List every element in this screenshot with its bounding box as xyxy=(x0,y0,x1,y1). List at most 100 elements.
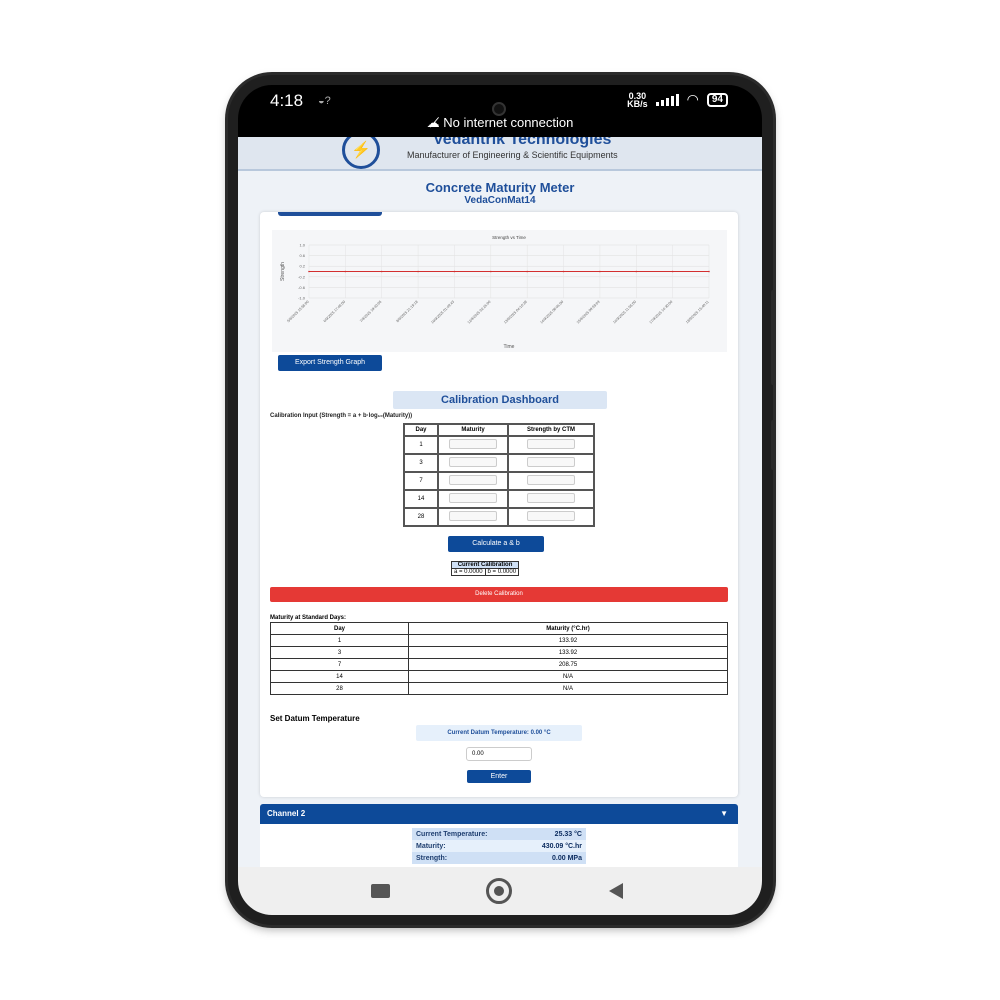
delete-calibration-button[interactable]: Delete Calibration xyxy=(270,587,728,602)
recents-button[interactable] xyxy=(371,884,390,898)
current-calibration-table: Current Calibration a = 0.0000 b = 0.000… xyxy=(450,561,520,576)
phone-screen: 4:18 ◒? 0.30 KB/s ◠ 94 ☁̸ No internet co… xyxy=(238,85,762,915)
maturity-input[interactable] xyxy=(449,457,497,467)
data-point xyxy=(417,270,419,273)
maturity-input[interactable] xyxy=(449,475,497,485)
table-row: Strength: 0.00 MPa xyxy=(412,852,586,864)
data-point xyxy=(344,270,347,273)
day-cell: 28 xyxy=(403,507,439,527)
data-point xyxy=(599,270,601,273)
strength-input[interactable] xyxy=(527,493,575,503)
company-tagline: Manufacturer of Engineering & Scientific… xyxy=(407,150,618,160)
net-speed: 0.30 KB/s xyxy=(627,90,648,109)
x-tick-label: 17/9/2025 14:30:00 xyxy=(649,300,674,325)
a-value: a = 0.0000 xyxy=(451,568,486,576)
table-row: 28 N/A xyxy=(270,682,728,695)
table-header: Strength by CTM xyxy=(507,423,595,437)
maturity-input[interactable] xyxy=(449,439,497,449)
strength-input[interactable] xyxy=(527,457,575,467)
table-header: Maturity (°C.hr) xyxy=(408,622,728,635)
day-cell: 14 xyxy=(403,489,439,509)
site-header: ⚡ Vedantrik Technologies Manufacturer of… xyxy=(238,137,762,171)
company-name: Vedantrik Technologies xyxy=(433,137,612,148)
x-tick-label: 10/9/2025 01:49:43 xyxy=(430,300,455,325)
data-point xyxy=(671,270,674,273)
data-point xyxy=(708,270,710,273)
chart-title: Strength vs Time xyxy=(492,235,526,240)
day-cell: 3 xyxy=(403,453,439,473)
y-tick-label: -1.0 xyxy=(298,296,306,301)
table-row: 7 208.75 xyxy=(270,658,728,671)
strength-input[interactable] xyxy=(527,511,575,521)
data-point xyxy=(562,270,565,273)
y-tick-label: 1.0 xyxy=(299,243,305,248)
export-graph-button[interactable]: Export Strength Graph xyxy=(278,355,382,371)
datum-label: Set Datum Temperature xyxy=(270,714,360,723)
strength-chart: Strength vs Time 1.0 0.6 0.2 -0.2 -0.6 -1.0 5/9… xyxy=(272,230,727,352)
calibration-table: Day Maturity Strength by CTM 1 3 7 14 28 xyxy=(403,423,595,527)
front-camera xyxy=(492,102,506,116)
table-row: Current Temperature: 25.33 °C xyxy=(412,828,586,840)
maturity-label: Maturity at Standard Days: xyxy=(270,615,347,621)
y-tick-label: 0.6 xyxy=(299,253,305,258)
wifi-icon: ◠ xyxy=(686,91,699,107)
datum-input[interactable]: 0.00 xyxy=(466,747,532,761)
strength-input[interactable] xyxy=(527,475,575,485)
data-point xyxy=(308,270,310,273)
volume-button xyxy=(771,290,776,385)
home-button[interactable] xyxy=(486,878,512,904)
table-row: 14 xyxy=(403,489,595,509)
table-row: 3 xyxy=(403,453,595,473)
app-content[interactable]: ⚡ Vedantrik Technologies Manufacturer of… xyxy=(238,137,762,867)
day-cell: 7 xyxy=(403,471,439,491)
table-row: 28 xyxy=(403,507,595,527)
channel-2-readings: Current Temperature: 25.33 °C Maturity: 43… xyxy=(412,828,586,864)
enter-button[interactable]: Enter xyxy=(467,770,531,783)
maturity-table: Day Maturity (°C.hr) 1 133.92 3 133.92 7 20… xyxy=(270,622,728,695)
calibration-title: Calibration Dashboard xyxy=(393,391,607,409)
table-row: 3 133.92 xyxy=(270,646,728,659)
battery-icon: 94 xyxy=(706,92,728,107)
wifi-unknown-icon: ◒? xyxy=(318,95,331,107)
table-header: Day xyxy=(270,622,409,635)
current-datum: Current Datum Temperature: 0.00 °C xyxy=(416,725,582,741)
table-row: 1 xyxy=(403,435,595,455)
x-tick-label: 15/9/2025 09:59:03 xyxy=(576,300,601,325)
maturity-input[interactable] xyxy=(449,493,497,503)
table-row: 7 xyxy=(403,471,595,491)
table-row: 14 N/A xyxy=(270,670,728,683)
x-tick-label: 7/9/2025 19:40:05 xyxy=(359,300,382,323)
x-tick-label: 16/9/2025 11:55:00 xyxy=(612,300,637,325)
signal-icon xyxy=(655,93,679,106)
x-tick-label: 5/9/2025 15:58:00 xyxy=(286,300,309,323)
data-point xyxy=(526,270,528,273)
x-tick-label: 13/9/2025 04:10:38 xyxy=(503,300,528,325)
status-bar: 4:18 ◒? 0.30 KB/s ◠ 94 ☁̸ No internet co… xyxy=(238,85,762,137)
calibration-input-label: Calibration Input (Strength = a + b·log₁… xyxy=(270,413,413,419)
y-tick-label: 0.2 xyxy=(299,264,305,269)
channel-2-header[interactable]: Channel 2 ▼ xyxy=(260,804,738,824)
y-axis-label: Strength xyxy=(280,262,286,281)
current-calibration-label: Current Calibration xyxy=(450,561,520,569)
tab-stub[interactable] xyxy=(278,212,382,216)
strength-input[interactable] xyxy=(527,439,575,449)
table-row: Maturity: 430.09 °C.hr xyxy=(412,840,586,852)
maturity-input[interactable] xyxy=(449,511,497,521)
back-button[interactable] xyxy=(609,883,623,899)
x-tick-label: 14/9/2025 08:06:00 xyxy=(540,300,565,325)
x-axis-label: Time xyxy=(504,344,515,350)
no-internet-banner: ☁̸ No internet connection xyxy=(426,115,574,130)
page-title: Concrete Maturity Meter xyxy=(425,180,575,195)
strength-chart-svg: Strength vs Time 1.0 0.6 0.2 -0.2 -0.6 -1.05/9… xyxy=(280,235,710,350)
table-header: Maturity xyxy=(437,423,509,437)
table-header: Day xyxy=(403,423,439,437)
day-cell: 1 xyxy=(403,435,439,455)
data-point xyxy=(490,270,492,273)
calculate-button[interactable]: Calculate a & b xyxy=(448,536,544,552)
data-point xyxy=(453,270,456,273)
chevron-down-icon[interactable]: ▼ xyxy=(720,804,728,824)
table-row: 1 133.92 xyxy=(270,634,728,647)
x-tick-label: 12/9/2025 02:26:00 xyxy=(467,300,492,325)
channel-2-body: Current Temperature: 25.33 °C Maturity: 43… xyxy=(260,824,738,867)
x-tick-label: 8/9/2025 21:19:18 xyxy=(395,300,418,323)
